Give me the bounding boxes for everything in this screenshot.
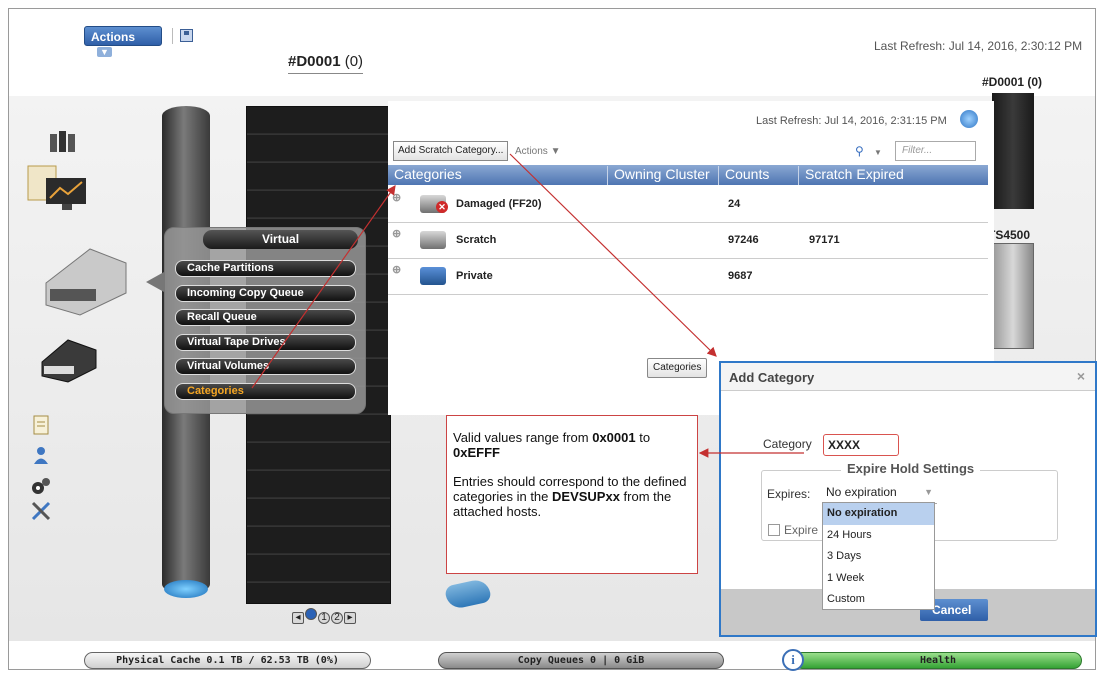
add-scratch-category-button[interactable]: Add Scratch Category... bbox=[393, 141, 509, 161]
menu-item-virtual-volumes[interactable]: Virtual Volumes bbox=[175, 358, 356, 375]
panel-actions-menu[interactable]: Actions ▼ bbox=[515, 146, 560, 157]
column-header-counts[interactable]: Counts bbox=[719, 166, 799, 185]
dialog-title: Add Category × bbox=[721, 363, 1095, 391]
cluster-pager: ◂ 1 2 ▸ bbox=[292, 608, 357, 624]
physical-cache-status[interactable]: Physical Cache 0.1 TB / 62.53 TB (0%) bbox=[84, 652, 371, 669]
pager-prev-button[interactable]: ◂ bbox=[292, 612, 304, 624]
table-row[interactable]: ⊕ ✕ Damaged (FF20) 24 bbox=[388, 187, 988, 223]
tools-icon[interactable] bbox=[30, 500, 52, 522]
category-name: Damaged (FF20) bbox=[456, 198, 542, 210]
actions-button-label: Actions bbox=[91, 30, 136, 44]
category-name: Scratch bbox=[456, 234, 497, 246]
column-header-owning-cluster[interactable]: Owning Cluster bbox=[608, 166, 719, 185]
menu-item-virtual-tape-drives[interactable]: Virtual Tape Drives bbox=[175, 334, 356, 351]
pager-next-button[interactable]: ▸ bbox=[344, 612, 356, 624]
expire-hold-checkbox[interactable] bbox=[768, 524, 780, 536]
close-icon[interactable]: × bbox=[1077, 368, 1085, 384]
expires-option-no-expiration[interactable]: No expiration bbox=[823, 503, 934, 525]
filter-input[interactable]: Filter... bbox=[895, 141, 976, 161]
menu-item-categories[interactable]: Categories bbox=[175, 383, 356, 400]
expand-row-icon[interactable]: ⊕ bbox=[392, 263, 401, 276]
expand-row-icon[interactable]: ⊕ bbox=[392, 191, 401, 204]
categories-table-header: Categories Owning Cluster Counts Scratch… bbox=[388, 165, 988, 185]
scratch-expired-cell: 97171 bbox=[809, 234, 840, 246]
user-icon[interactable] bbox=[32, 445, 50, 465]
pager-page-1[interactable]: 1 bbox=[318, 612, 330, 624]
search-icon[interactable]: ⚲ bbox=[855, 144, 864, 158]
expires-option-3-days[interactable]: 3 Days bbox=[823, 546, 934, 568]
physical-drive-icon[interactable] bbox=[38, 336, 100, 384]
categories-tooltip-button[interactable]: Categories bbox=[647, 358, 708, 378]
expires-dropdown-list: No expiration 24 Hours 3 Days 1 Week Cus… bbox=[822, 502, 935, 610]
menu-item-incoming-copy-queue[interactable]: Incoming Copy Queue bbox=[175, 285, 356, 302]
counts-cell: 24 bbox=[728, 198, 741, 210]
info-icon[interactable]: i bbox=[782, 649, 804, 671]
expires-option-1-week[interactable]: 1 Week bbox=[823, 568, 934, 590]
cache-cylinder-base bbox=[164, 580, 208, 598]
expires-select[interactable]: No expiration ▼ bbox=[822, 484, 937, 504]
save-icon[interactable] bbox=[180, 29, 193, 42]
category-name: Private bbox=[456, 270, 493, 282]
last-refresh-label: Last Refresh: Jul 14, 2016, 2:30:12 PM bbox=[874, 39, 1083, 53]
monitor-chart-icon[interactable] bbox=[26, 164, 90, 212]
expand-row-icon[interactable]: ⊕ bbox=[392, 227, 401, 240]
health-status[interactable]: Health bbox=[794, 652, 1082, 669]
column-header-categories[interactable]: Categories bbox=[388, 166, 608, 185]
category-input[interactable]: XXXX bbox=[823, 434, 899, 456]
callout-devsup-text: Entries should correspond to the defined… bbox=[453, 474, 687, 519]
settings-gears-icon[interactable] bbox=[30, 476, 52, 496]
expires-selected-value: No expiration bbox=[826, 485, 897, 499]
expires-option-custom[interactable]: Custom bbox=[823, 589, 934, 611]
search-options-chevron-icon[interactable]: ▼ bbox=[874, 148, 882, 157]
column-header-scratch-expired[interactable]: Scratch Expired bbox=[799, 166, 988, 185]
pager-page-0[interactable] bbox=[305, 608, 317, 620]
copy-queues-status[interactable]: Copy Queues 0 | 0 GiB bbox=[438, 652, 724, 669]
counts-cell: 9687 bbox=[728, 270, 753, 282]
refresh-icon[interactable] bbox=[960, 110, 978, 128]
dialog-title-text: Add Category bbox=[729, 370, 815, 385]
chevron-down-icon: ▼ bbox=[924, 487, 933, 497]
pager-page-2[interactable]: 2 bbox=[331, 612, 343, 624]
chevron-down-icon: ▼ bbox=[97, 47, 112, 57]
library-rack-thumbnail[interactable] bbox=[992, 243, 1034, 349]
virtual-menu: Virtual Cache Partitions Incoming Copy Q… bbox=[164, 227, 366, 414]
expires-option-24-hours[interactable]: 24 Hours bbox=[823, 525, 934, 547]
menu-item-cache-partitions[interactable]: Cache Partitions bbox=[175, 260, 356, 277]
panel-last-refresh: Last Refresh: Jul 14, 2016, 2:31:15 PM bbox=[756, 115, 947, 127]
scratch-category-icon bbox=[420, 231, 446, 249]
table-row[interactable]: ⊕ Private 9687 bbox=[388, 259, 988, 295]
menu-pointer bbox=[146, 272, 164, 292]
private-category-icon bbox=[420, 267, 446, 285]
callout-note: Valid values range from 0x0001 to 0xEFFF… bbox=[446, 415, 698, 574]
page-title-count: (0) bbox=[344, 53, 364, 70]
cluster-rack-thumbnail[interactable] bbox=[992, 93, 1034, 209]
menu-item-recall-queue[interactable]: Recall Queue bbox=[175, 309, 356, 326]
actions-button[interactable]: Actions ▼ bbox=[84, 26, 162, 57]
table-row[interactable]: ⊕ Scratch 97246 97171 bbox=[388, 223, 988, 259]
page-title: #D0001 (0) bbox=[288, 53, 364, 74]
virtual-drive-icon[interactable] bbox=[40, 243, 132, 319]
counts-cell: 97246 bbox=[728, 234, 759, 246]
virtual-menu-title: Virtual bbox=[203, 230, 358, 249]
expires-label: Expires: bbox=[767, 487, 811, 501]
category-label: Category bbox=[763, 437, 812, 451]
error-icon: ✕ bbox=[436, 201, 448, 213]
library-label: TS4500 bbox=[988, 228, 1031, 242]
callout-range-text: Valid values range from 0x0001 to 0xEFFF bbox=[453, 430, 651, 460]
toolbar-separator bbox=[172, 28, 173, 44]
expire-hold-legend: Expire Hold Settings bbox=[841, 461, 981, 476]
expire-hold-label: Expire bbox=[784, 523, 819, 537]
clusters-icon[interactable] bbox=[48, 128, 82, 154]
document-icon[interactable] bbox=[32, 414, 50, 436]
cluster-label: #D0001 (0) bbox=[982, 75, 1043, 89]
